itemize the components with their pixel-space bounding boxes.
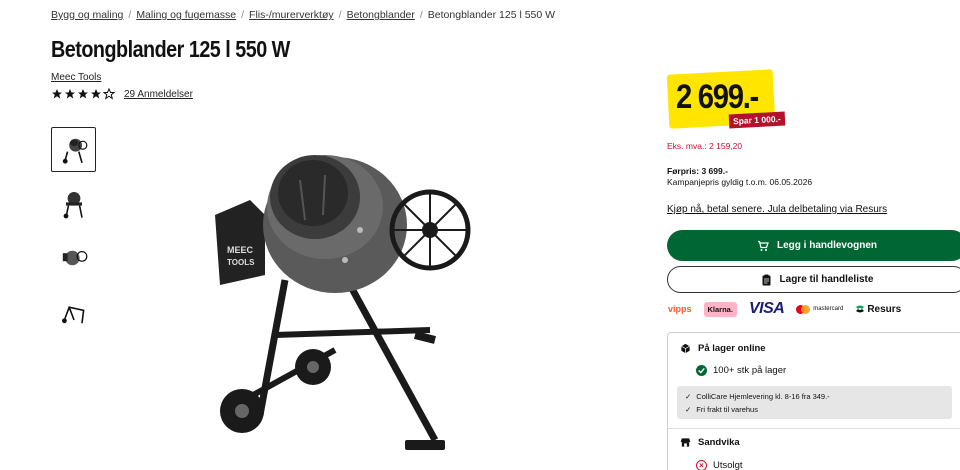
- add-to-cart-button[interactable]: Legg i handlevognen: [667, 230, 960, 261]
- delivery-item-label: ColliCare Hjemlevering kl. 8-16 fra 349.…: [696, 392, 830, 401]
- thumbnail-3[interactable]: [51, 235, 96, 280]
- delivery-item-label: Fri frakt til varehus: [696, 405, 758, 414]
- resurs-logo: Resurs: [855, 304, 901, 315]
- save-to-list-button[interactable]: Lagre til handleliste: [667, 266, 960, 293]
- mastercard-logo: mastercard: [796, 304, 844, 314]
- save-to-list-label: Lagre til handleliste: [779, 274, 874, 285]
- previous-price: Førpris: 3 699.-: [667, 166, 728, 176]
- price: 2 699.-: [676, 78, 759, 116]
- mastercard-label: mastercard: [813, 306, 844, 312]
- campaign-validity: Kampanjepris gyldig t.o.m. 06.05.2026: [667, 177, 813, 187]
- store-icon: [680, 438, 691, 447]
- thumbnail-gallery: [51, 127, 96, 343]
- reviews-link[interactable]: 29 Anmeldelser: [124, 89, 193, 100]
- breadcrumb-separator: /: [419, 9, 423, 21]
- visa-logo: VISA: [748, 300, 785, 317]
- x-circle-icon: ×: [696, 460, 707, 470]
- mastercard-icon: [796, 304, 811, 314]
- breadcrumb-separator: /: [338, 9, 342, 21]
- klarna-logo: Klarna.: [703, 301, 737, 317]
- rating[interactable]: 29 Anmeldelser: [51, 88, 193, 100]
- breadcrumb-link-maling[interactable]: Maling og fugemasse: [136, 9, 236, 21]
- breadcrumb-separator: /: [241, 9, 245, 21]
- online-stock-status: 100+ stk på lager: [696, 365, 786, 376]
- mixer-thumbnail-icon: [62, 138, 87, 164]
- star-filled-icon: [91, 89, 101, 99]
- breadcrumb-link-flis[interactable]: Flis-/murerverktøy: [249, 9, 334, 21]
- star-filled-icon: [78, 89, 88, 99]
- brand-link[interactable]: Meec Tools: [51, 72, 101, 83]
- breadcrumb-separator: /: [128, 9, 132, 21]
- finance-link[interactable]: Kjøp nå, betal senere. Jula delbetaling …: [667, 204, 887, 215]
- breadcrumb: Bygg og maling / Maling og fugemasse / Flis-…: [51, 9, 555, 21]
- store-heading[interactable]: Sandvika: [680, 437, 740, 448]
- clipboard-icon: [762, 274, 771, 285]
- star-empty-icon: [103, 88, 115, 100]
- page-title: Betongblander 125 l 550 W: [51, 36, 290, 62]
- online-stock-label: På lager online: [698, 343, 766, 354]
- save-badge: Spar 1 000.-: [728, 111, 786, 129]
- mixer-thumbnail-icon: [62, 250, 87, 265]
- svg-text:MEEC: MEEC: [227, 245, 254, 255]
- thumbnail-4[interactable]: [51, 289, 96, 334]
- online-stock-heading: På lager online: [680, 343, 766, 354]
- price-ex-vat: Eks. mva.: 2 159,20: [667, 141, 743, 151]
- resurs-icon: [856, 305, 865, 313]
- online-stock-qty: 100+ stk på lager: [713, 365, 787, 376]
- checkmark-icon: ✓: [685, 405, 692, 414]
- resurs-label: Resurs: [867, 303, 902, 315]
- mixer-thumbnail-icon: [63, 191, 83, 218]
- box-icon: [681, 343, 690, 354]
- check-circle-icon: [696, 365, 707, 376]
- delivery-options: ✓ ColliCare Hjemlevering kl. 8-16 fra 349…: [677, 386, 952, 419]
- store-status-label: Utsolgt: [713, 460, 743, 470]
- thumbnail-2[interactable]: [51, 181, 96, 226]
- star-filled-icon: [52, 89, 62, 99]
- star-filled-icon: [65, 89, 75, 99]
- product-main-image[interactable]: MEEC TOOLS: [205, 135, 475, 470]
- breadcrumb-link-bygg[interactable]: Bygg og maling: [51, 9, 123, 21]
- mixer-thumbnail-icon: [61, 305, 84, 323]
- checkmark-icon: ✓: [685, 392, 692, 401]
- divider: [668, 428, 960, 429]
- payment-methods: vipps Klarna. VISA mastercard Resurs: [668, 300, 901, 318]
- breadcrumb-link-betongblander[interactable]: Betongblander: [347, 9, 415, 21]
- store-stock-status: × Utsolgt: [696, 460, 743, 470]
- vipps-logo: vipps: [668, 304, 692, 314]
- delivery-item: ✓ Fri frakt til varehus: [685, 403, 944, 416]
- svg-text:TOOLS: TOOLS: [227, 258, 255, 267]
- thumbnail-1[interactable]: [51, 127, 96, 172]
- cart-icon: [757, 240, 769, 251]
- add-to-cart-label: Legg i handlevognen: [776, 240, 877, 251]
- stock-panel: På lager online 100+ stk på lager ✓ Colli…: [667, 332, 960, 470]
- store-name: Sandvika: [698, 437, 740, 448]
- delivery-item: ✓ ColliCare Hjemlevering kl. 8-16 fra 349…: [685, 390, 944, 403]
- breadcrumb-current: Betongblander 125 l 550 W: [427, 9, 556, 21]
